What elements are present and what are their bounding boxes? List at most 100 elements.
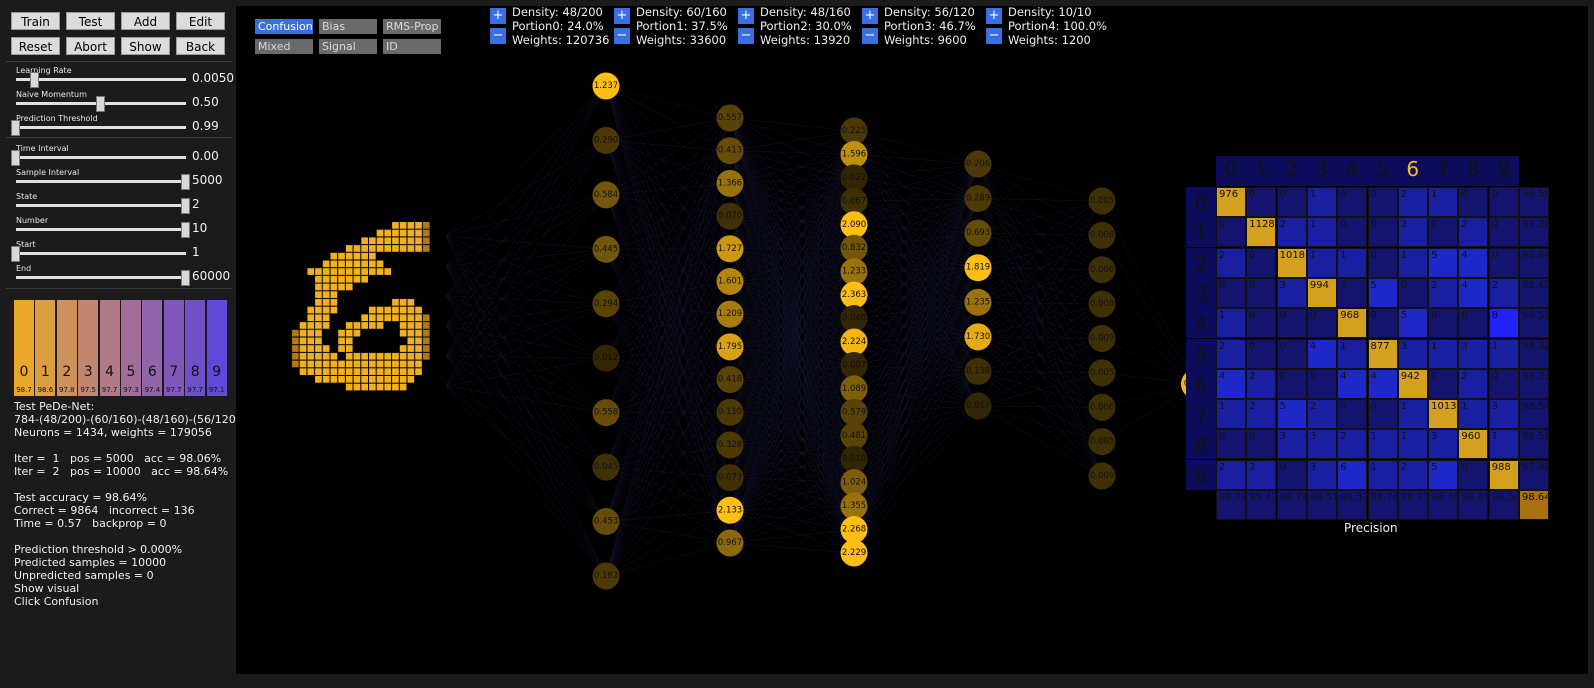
slider-track[interactable] (16, 126, 186, 129)
layer-portion: Portion3: 46.7% (884, 19, 976, 33)
layer-weights: Weights: 9600 (884, 33, 967, 47)
slider-thumb[interactable] (29, 72, 39, 88)
slider-track[interactable] (16, 228, 186, 231)
add-button[interactable]: Add (121, 12, 170, 30)
slider-thumb[interactable] (11, 120, 20, 136)
mode-id-button[interactable]: ID (383, 39, 441, 54)
matrix-cell-value: 2 (1249, 461, 1256, 473)
slider-thumb[interactable] (181, 222, 190, 238)
minus-icon[interactable]: − (738, 28, 754, 44)
plus-icon[interactable]: + (490, 8, 506, 24)
slider-track[interactable] (16, 252, 186, 255)
slider-track[interactable] (16, 156, 186, 159)
matrix-row-header: 1 (1186, 217, 1216, 248)
neuron-value: 0.022 (842, 173, 866, 183)
matrix-cell-value: 0 (1249, 340, 1256, 352)
matrix-cell-value: 0 (1279, 310, 1286, 322)
minus-icon[interactable]: − (986, 28, 1002, 44)
neuron: 0.045 (592, 453, 620, 481)
matrix-cell: 2 (1458, 217, 1489, 248)
back-button[interactable]: Back (176, 37, 225, 55)
neuron-value: 0.693 (966, 228, 990, 238)
neuron: 1.596 (840, 140, 868, 168)
matrix-cell-value: 1 (1431, 340, 1438, 352)
matrix-cell: 0 (1458, 308, 1489, 339)
matrix-cell: 2 (1216, 459, 1246, 490)
neuron-value: 0.584 (594, 190, 618, 200)
matrix-cell-value: 1 (1309, 219, 1317, 231)
matrix-cell: 0 (1246, 247, 1277, 278)
layer-0-neurons: 1.237 0.290 0.584 0.445 0.294 0.012 0.558 0.045… (592, 72, 620, 590)
train-button[interactable]: Train (11, 12, 60, 30)
matrix-cell: 0 (1397, 277, 1428, 308)
matrix-cell: 0 (1276, 308, 1307, 339)
neuron: 0.453 (592, 508, 620, 536)
mode-signal-button[interactable]: Signal (319, 39, 377, 54)
slider-track[interactable] (16, 180, 186, 183)
plus-icon[interactable]: + (738, 8, 754, 24)
slider-thumb[interactable] (11, 150, 20, 166)
reset-button[interactable]: Reset (11, 37, 60, 55)
matrix-total-accuracy: 98.64 (1519, 490, 1551, 520)
slider-thumb[interactable] (181, 198, 190, 214)
mode-mixed-button[interactable]: Mixed (255, 39, 313, 54)
neuron: 0.328 (716, 431, 744, 459)
slider-thumb[interactable] (181, 270, 190, 286)
abort-button[interactable]: Abort (66, 37, 115, 55)
matrix-cell-value: 968 (1340, 310, 1360, 322)
matrix-cell-value: 0 (1219, 279, 1226, 291)
neuron-value: 0.413 (718, 146, 742, 156)
matrix-cell-value: 0 (1431, 370, 1438, 382)
minus-icon[interactable]: − (614, 28, 630, 44)
neuron-value: 1.233 (842, 267, 866, 277)
edit-button[interactable]: Edit (176, 12, 225, 30)
matrix-cell: 0 (1367, 187, 1398, 217)
matrix-cell: 0 (1488, 217, 1519, 248)
neuron-value: 0.009 (1090, 334, 1114, 344)
plus-icon[interactable]: + (614, 8, 630, 24)
matrix-cell-value: 4 (1370, 370, 1377, 382)
matrix-cell: 2 (1216, 338, 1246, 369)
neuron-value: 0.009 (1090, 471, 1114, 481)
test-button[interactable]: Test (66, 12, 115, 30)
neuron-value: 1.024 (842, 478, 866, 488)
slider-thumb[interactable] (181, 174, 190, 190)
layer-portion: Portion0: 24.0% (512, 19, 604, 33)
minus-icon[interactable]: − (862, 28, 878, 44)
slider-track[interactable] (16, 204, 186, 207)
mode-confusion-button[interactable]: Confusion (255, 19, 313, 34)
matrix-cell-value: 2 (1219, 461, 1226, 473)
plus-icon[interactable]: + (862, 8, 878, 24)
neuron: 0.418 (716, 366, 744, 394)
matrix-cell-value: 2 (1400, 219, 1408, 231)
neuron: 0.070 (716, 202, 744, 230)
neuron-value: 0.008 (1090, 299, 1114, 309)
matrix-cell: 1013 (1428, 399, 1459, 430)
matrix-recall-cell: 98.33 (1519, 368, 1551, 399)
slider-start: Start 1 (6, 240, 232, 262)
mode-bias-button[interactable]: Bias (319, 19, 377, 34)
matrix-precision-cell: 98.50 (1488, 490, 1520, 520)
slider-state: State 2 (6, 192, 232, 214)
matrix-column-header: 8 (1467, 157, 1480, 181)
matrix-cell-value: 0 (1491, 219, 1499, 231)
matrix-cell-value: 4 (1340, 370, 1347, 382)
plus-icon[interactable]: + (986, 8, 1002, 24)
show-button[interactable]: Show (121, 37, 170, 55)
matrix-cell-value: 99.47 (1249, 492, 1278, 503)
matrix-cell: 5 (1428, 459, 1459, 490)
matrix-cell: 942 (1397, 368, 1428, 399)
neuron-value: 0.289 (966, 194, 990, 204)
slider-thumb[interactable] (11, 246, 20, 262)
slider-track[interactable] (16, 78, 186, 81)
slider-track[interactable] (16, 276, 186, 279)
neuron: 0.010 (840, 445, 868, 473)
slider-thumb[interactable] (96, 96, 105, 112)
minus-icon[interactable]: − (490, 28, 506, 44)
matrix-cell-value: 2 (1400, 189, 1408, 200)
matrix-cell-value: 988 (1491, 461, 1511, 473)
matrix-cell-value: 0 (1340, 189, 1347, 200)
mode-rms-prop-button[interactable]: RMS-Prop (383, 19, 441, 34)
neuron-value: 1.727 (718, 244, 742, 254)
matrix-cell-value: 1 (1400, 401, 1408, 413)
